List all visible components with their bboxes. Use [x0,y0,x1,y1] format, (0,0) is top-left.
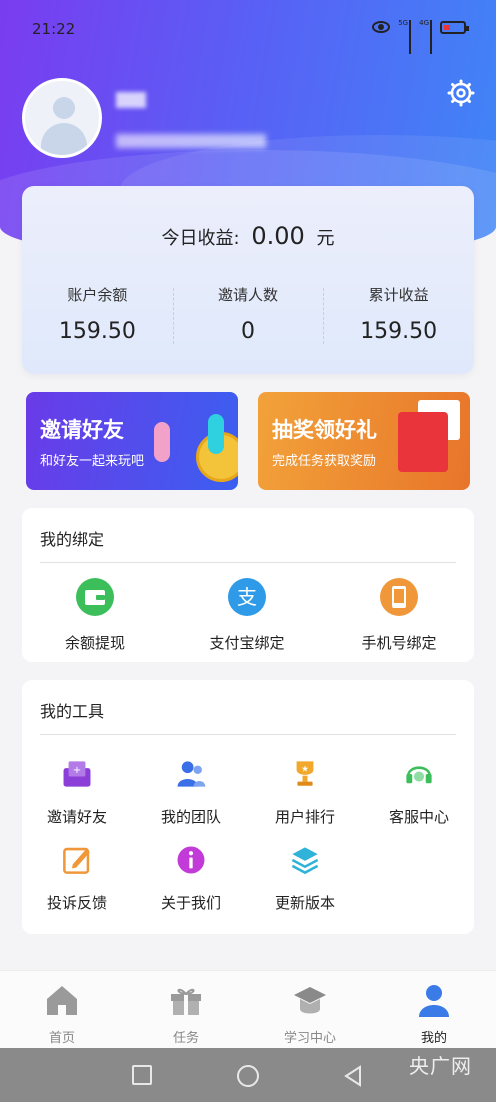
bottom-tab-bar: 首页 任务 学习中心 我的 [0,970,496,1048]
tool-ranking-label: 用户排行 [274,808,335,826]
status-bar: 21:22 5G 4G [0,0,496,56]
tools-section: 我的工具 + 邀请好友 我的团队 ★ 用户排行 客服中心 投诉反馈 关于我们 更… [22,680,474,934]
alipay-bind-label: 支付宝绑定 [209,634,285,652]
stat-value: 159.50 [58,319,136,344]
tab-home[interactable]: 首页 [0,971,124,1048]
tool-feedback-label: 投诉反馈 [46,894,107,912]
earnings-card: 今日收益: 0.00 元 账户余额 159.50 邀请人数 0 累计收益 159… [22,186,474,374]
tab-learning[interactable]: 学习中心 [248,971,372,1048]
alipay-bind-item[interactable]: 支 支付宝绑定 [192,578,302,653]
tool-ranking[interactable]: ★ 用户排行 [250,758,360,827]
lottery-banner[interactable]: 抽奖领好礼 完成任务获取奖励 [258,392,470,490]
tab-home-label: 首页 [48,1031,75,1046]
today-unit: 元 [316,228,335,249]
avatar[interactable] [22,78,102,158]
tab-mine[interactable]: 我的 [372,971,496,1048]
tab-mine-label: 我的 [420,1031,447,1046]
layers-icon [291,847,319,875]
tool-team[interactable]: 我的团队 [136,758,246,827]
withdraw-item[interactable]: 余额提现 [40,578,150,653]
today-earnings: 今日收益: 0.00 元 [22,222,474,250]
home-icon [47,986,77,1015]
team-icon [177,761,206,787]
stat-value: 159.50 [360,319,438,344]
tool-about-label: 关于我们 [160,894,221,912]
info-icon [177,846,205,874]
signal-4g-icon: 4G [419,19,432,54]
user-icon [419,985,449,1017]
binding-title: 我的绑定 [40,530,105,549]
invite-banner-subtitle: 和好友一起来玩吧 [40,454,145,469]
stat-balance[interactable]: 账户余额 159.50 [22,284,173,344]
user-id-blurred [116,134,266,148]
battery-icon [440,20,469,34]
signal-5g-icon: 5G [398,19,412,54]
alipay-icon: 支 [228,578,266,616]
stat-total[interactable]: 累计收益 159.50 [323,284,474,344]
tool-update[interactable]: 更新版本 [250,844,360,913]
svg-text:+: + [73,765,81,776]
tools-title: 我的工具 [40,702,105,721]
recent-apps-button[interactable] [132,1065,152,1085]
tool-team-label: 我的团队 [160,808,221,826]
status-time: 21:22 [32,20,76,38]
tool-invite[interactable]: + 邀请好友 [22,758,132,827]
tool-feedback[interactable]: 投诉反馈 [22,844,132,913]
divider [40,562,456,563]
invite-banner[interactable]: 邀请好友 和好友一起来玩吧 [26,392,238,490]
tool-update-label: 更新版本 [274,894,335,912]
tool-support-label: 客服中心 [388,808,449,826]
tab-tasks[interactable]: 任务 [124,971,248,1048]
tool-support[interactable]: 客服中心 [364,758,474,827]
tab-learning-label: 学习中心 [283,1031,336,1046]
lottery-banner-title: 抽奖领好礼 [272,418,377,442]
watermark: 央广网 [409,1054,472,1078]
today-label: 今日收益: [161,228,240,249]
stat-value: 0 [241,319,255,344]
lottery-banner-subtitle: 完成任务获取奖励 [272,454,377,469]
svg-text:支: 支 [237,585,257,609]
phone-icon [380,578,418,616]
phone-bind-item[interactable]: 手机号绑定 [344,578,454,653]
trophy-icon: ★ [296,761,314,786]
tool-about[interactable]: 关于我们 [136,844,246,913]
back-button[interactable] [342,1065,364,1087]
red-envelope-illustration [398,412,448,472]
divider [40,734,456,735]
wallet-icon [76,578,114,616]
person-illustration [154,422,170,462]
tab-tasks-label: 任务 [172,1031,199,1046]
stat-label: 账户余额 [67,286,128,304]
headset-icon [406,766,432,784]
invite-banner-title: 邀请好友 [40,418,124,442]
edit-icon [63,847,90,874]
today-value: 0.00 [251,222,305,250]
graduation-cap-icon [294,987,326,1014]
earnings-stats: 账户余额 159.50 邀请人数 0 累计收益 159.50 [22,284,474,344]
username-blurred [116,92,146,108]
home-button[interactable] [237,1065,259,1087]
svg-text:★: ★ [301,763,309,773]
stat-label: 邀请人数 [218,286,279,304]
gear-icon[interactable] [446,78,476,108]
withdraw-label: 余额提现 [64,634,125,652]
status-icons: 5G 4G [372,19,469,54]
signal-5g-label: 5G [398,19,409,27]
eye-icon [372,21,391,33]
gift-icon [171,988,201,1015]
signal-4g-label: 4G [419,19,429,27]
binding-section: 我的绑定 余额提现 支 支付宝绑定 手机号绑定 [22,508,474,662]
phone-bind-label: 手机号绑定 [361,634,437,652]
tool-invite-label: 邀请好友 [46,808,107,826]
invite-icon: + [63,761,91,787]
stat-label: 累计收益 [368,286,429,304]
person-illustration [208,414,224,454]
stat-invites[interactable]: 邀请人数 0 [172,284,324,344]
